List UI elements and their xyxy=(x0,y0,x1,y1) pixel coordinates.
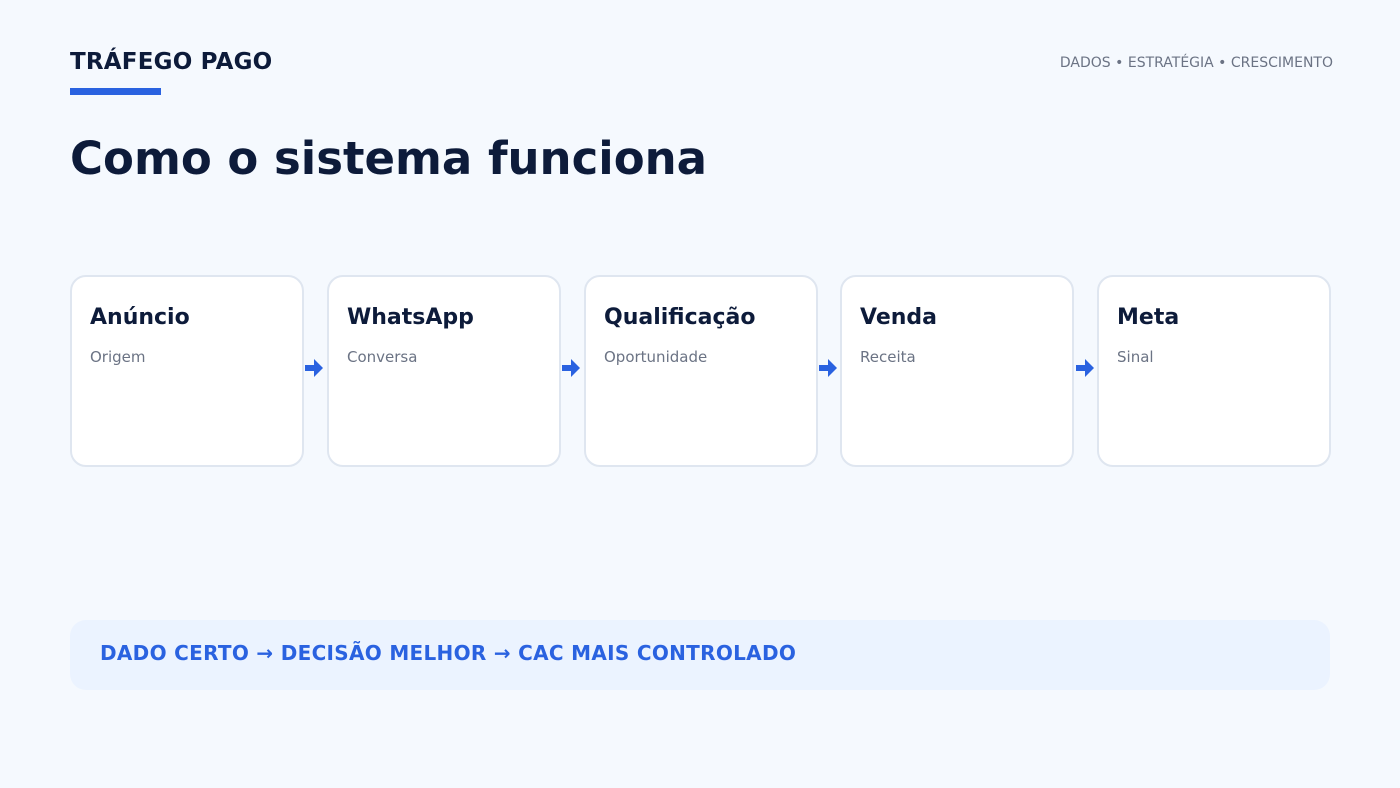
flow-step-whatsapp: WhatsApp Conversa xyxy=(327,275,561,467)
flow-step-venda: Venda Receita xyxy=(840,275,1074,467)
flow-step-meta: Meta Sinal xyxy=(1097,275,1331,467)
arrow-right-icon xyxy=(1076,359,1094,377)
step-title: Venda xyxy=(860,305,937,330)
step-subtitle: Receita xyxy=(860,348,916,366)
flow-step-anuncio: Anúncio Origem xyxy=(70,275,304,467)
step-subtitle: Oportunidade xyxy=(604,348,708,366)
step-title: Anúncio xyxy=(90,305,190,330)
flow-step-qualificacao: Qualificação Oportunidade xyxy=(584,275,818,467)
step-title: Qualificação xyxy=(604,305,756,330)
callout-banner: DADO CERTO → DECISÃO MELHOR → CAC MAIS C… xyxy=(70,620,1330,690)
flow-diagram: Anúncio Origem WhatsApp Conversa Qualifi… xyxy=(70,275,1332,467)
step-subtitle: Origem xyxy=(90,348,146,366)
brand-title: TRÁFEGO PAGO xyxy=(70,49,273,75)
brand-underline xyxy=(70,88,161,95)
step-subtitle: Sinal xyxy=(1117,348,1154,366)
arrow-right-icon xyxy=(562,359,580,377)
callout-text: DADO CERTO → DECISÃO MELHOR → CAC MAIS C… xyxy=(100,641,797,665)
tagline: DADOS • ESTRATÉGIA • CRESCIMENTO xyxy=(1059,55,1333,71)
arrow-right-icon xyxy=(305,359,323,377)
page-title: Como o sistema funciona xyxy=(70,132,708,185)
step-title: Meta xyxy=(1117,305,1180,330)
step-title: WhatsApp xyxy=(347,305,474,330)
arrow-right-icon xyxy=(819,359,837,377)
step-subtitle: Conversa xyxy=(347,348,418,366)
